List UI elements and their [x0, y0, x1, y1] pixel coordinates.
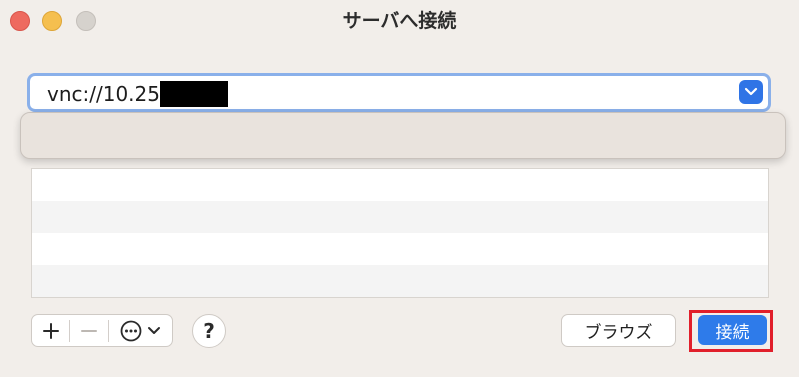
list-item[interactable]	[32, 169, 768, 201]
chevron-down-icon	[148, 326, 161, 334]
window-title: サーバへ接続	[342, 10, 457, 32]
recent-servers-popup	[20, 112, 786, 159]
browse-button[interactable]: ブラウズ	[561, 314, 676, 347]
minus-icon	[81, 329, 98, 332]
connect-to-server-window: サーバへ接続 vnc://10.25 ? ブラウズ 接続	[0, 0, 799, 377]
connect-button[interactable]: 接続	[698, 315, 767, 345]
list-item[interactable]	[32, 233, 768, 265]
favorite-action-menu-button[interactable]	[109, 315, 172, 346]
help-button[interactable]: ?	[192, 314, 226, 348]
recent-servers-dropdown-button[interactable]	[739, 80, 763, 104]
plus-icon	[42, 322, 59, 339]
redaction-block	[160, 81, 228, 107]
list-item[interactable]	[32, 265, 768, 297]
chevron-down-icon	[744, 87, 758, 96]
server-address-value[interactable]: vnc://10.25	[47, 80, 160, 108]
add-favorite-button[interactable]	[32, 315, 69, 346]
ellipsis-circle-icon	[121, 320, 142, 341]
remove-favorite-button[interactable]	[70, 315, 107, 346]
server-address-field[interactable]: vnc://10.25	[27, 73, 771, 112]
list-item[interactable]	[32, 201, 768, 233]
favorites-segmented-control	[31, 314, 173, 347]
favorite-servers-list[interactable]	[31, 168, 769, 298]
